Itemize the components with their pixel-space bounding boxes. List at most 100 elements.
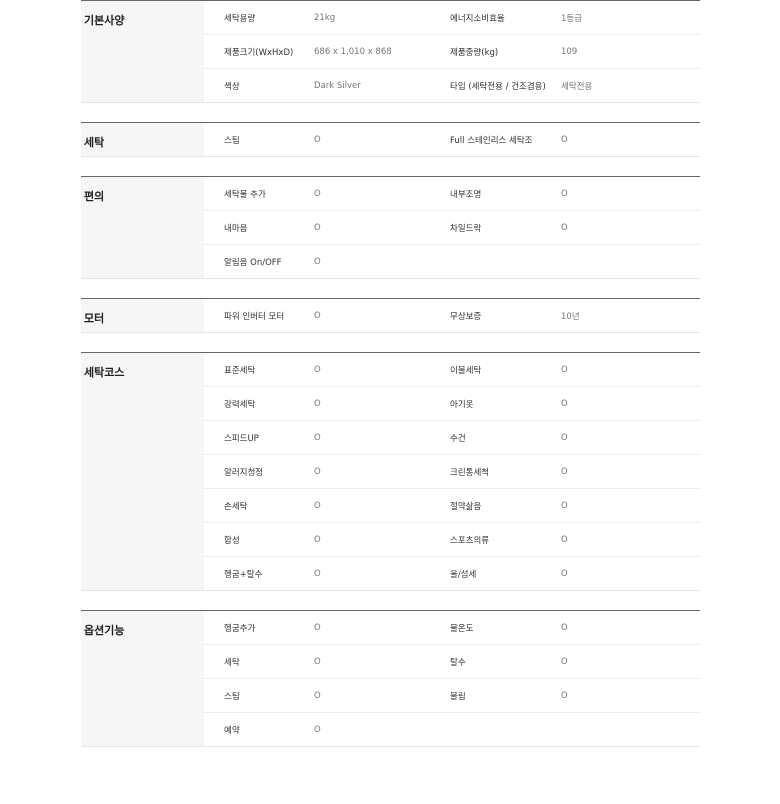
spec-table: 기본사양 세탁용량 21kg 에너지소비효율 1등급 제품크기(WxHxD) 686 x 1…: [81, 0, 700, 747]
section-rows: 표준세탁 O 이불세탁 O 강력세탁 O 아기옷 O 스피드UP O 수건 O 알러지청정 O 크린통세척 O…: [204, 353, 700, 590]
spec-label: 헹굼+탈수: [224, 569, 263, 580]
section-rows: 스팀 O Full 스테인리스 세탁조 O: [204, 123, 700, 156]
spec-row: 헹굼+탈수 O 울/섬세 O: [204, 556, 700, 590]
spec-label: 제품중량(kg): [450, 47, 499, 58]
spec-value: O: [561, 188, 568, 199]
spec-label: 스피드UP: [224, 433, 259, 444]
spec-value: O: [314, 622, 321, 633]
spec-section: 옵션기능 헹굼추가 O 물온도 O 세탁 O 탈수 O 스팀 O 불림 O 예약 O: [81, 610, 700, 747]
spec-value: O: [314, 134, 321, 145]
spec-value: O: [314, 398, 321, 409]
spec-value: O: [314, 534, 321, 545]
spec-label: 세탁: [224, 657, 240, 668]
spec-label: 스팀: [224, 691, 240, 702]
spec-label: 수건: [450, 433, 466, 444]
spec-value: O: [314, 568, 321, 579]
spec-row: 합성 O 스포츠의류 O: [204, 522, 700, 556]
spec-value: O: [314, 656, 321, 667]
spec-label: 이불세탁: [450, 365, 482, 376]
spec-section: 세탁코스 표준세탁 O 이불세탁 O 강력세탁 O 아기옷 O 스피드UP O 수건 O 알러지청정 O 크린…: [81, 352, 700, 591]
spec-value: O: [561, 534, 568, 545]
spec-label: 알러지청정: [224, 467, 264, 478]
spec-section: 세탁 스팀 O Full 스테인리스 세탁조 O: [81, 122, 700, 157]
spec-row: 스팀 O 불림 O: [204, 678, 700, 712]
spec-row: 손세탁 O 절약삶음 O: [204, 488, 700, 522]
section-title: 편의: [81, 177, 204, 278]
section-title: 기본사양: [81, 1, 204, 102]
spec-label: 스포츠의류: [450, 535, 490, 546]
spec-section: 기본사양 세탁용량 21kg 에너지소비효율 1등급 제품크기(WxHxD) 686 x 1…: [81, 0, 700, 103]
spec-label: 내마음: [224, 223, 248, 234]
section-rows: 파워 인버터 모터 O 무상보증 10년: [204, 299, 700, 332]
section-rows: 세탁용량 21kg 에너지소비효율 1등급 제품크기(WxHxD) 686 x 1,010…: [204, 1, 700, 102]
spec-label: 아기옷: [450, 399, 474, 410]
spec-label: 스팀: [224, 135, 240, 146]
spec-section: 모터 파워 인버터 모터 O 무상보증 10년: [81, 298, 700, 333]
spec-row: 예약 O: [204, 712, 700, 746]
spec-label: 울/섬세: [450, 569, 477, 580]
spec-row: 세탁용량 21kg 에너지소비효율 1등급: [204, 1, 700, 34]
spec-value: O: [561, 364, 568, 375]
spec-label: 합성: [224, 535, 240, 546]
spec-label: 강력세탁: [224, 399, 256, 410]
section-rows: 세탁물 추가 O 내부조명 O 내마음 O 차일드락 O 알림음 On/OFF O: [204, 177, 700, 278]
section-rows: 헹굼추가 O 물온도 O 세탁 O 탈수 O 스팀 O 불림 O 예약 O: [204, 611, 700, 746]
spec-value: O: [561, 622, 568, 633]
spec-value: O: [314, 724, 321, 735]
spec-label: 색상: [224, 81, 240, 92]
spec-value: O: [561, 398, 568, 409]
spec-value: 109: [561, 46, 578, 57]
spec-label: 세탁물 추가: [224, 189, 266, 200]
spec-row: 헹굼추가 O 물온도 O: [204, 611, 700, 644]
spec-value: O: [561, 690, 568, 701]
spec-value: O: [314, 310, 321, 321]
spec-label: 제품크기(WxHxD): [224, 47, 294, 58]
spec-value: O: [314, 690, 321, 701]
spec-value: O: [314, 500, 321, 511]
spec-value: O: [561, 656, 568, 667]
spec-label: 세탁용량: [224, 13, 256, 24]
spec-label: 파워 인버터 모터: [224, 311, 285, 322]
section-title: 세탁코스: [81, 353, 204, 590]
spec-value: O: [561, 432, 568, 443]
spec-value: O: [314, 432, 321, 443]
spec-value: O: [561, 500, 568, 511]
section-title: 모터: [81, 299, 204, 332]
spec-row: 표준세탁 O 이불세탁 O: [204, 353, 700, 386]
spec-label: 무상보증: [450, 311, 482, 322]
spec-value: O: [314, 466, 321, 477]
spec-value: O: [314, 364, 321, 375]
spec-value: O: [561, 568, 568, 579]
spec-section: 편의 세탁물 추가 O 내부조명 O 내마음 O 차일드락 O 알림음 On/OFF O: [81, 176, 700, 279]
spec-value: 세탁전용: [561, 81, 593, 92]
spec-label: 손세탁: [224, 501, 248, 512]
spec-row: 색상 Dark Silver 타입 (세탁전용 / 건조겸용) 세탁전용: [204, 68, 700, 102]
spec-label: 헹굼추가: [224, 623, 256, 634]
spec-row: 세탁 O 탈수 O: [204, 644, 700, 678]
spec-label: 탈수: [450, 657, 466, 668]
spec-label: 알림음 On/OFF: [224, 257, 282, 268]
spec-label: 불림: [450, 691, 466, 702]
spec-row: 알림음 On/OFF O: [204, 244, 700, 278]
spec-row: 내마음 O 차일드락 O: [204, 210, 700, 244]
spec-label: 절약삶음: [450, 501, 482, 512]
spec-value: 21kg: [314, 12, 336, 23]
spec-value: O: [314, 188, 321, 199]
spec-value: O: [561, 222, 568, 233]
spec-value: 686 x 1,010 x 868: [314, 46, 392, 57]
spec-label: 물온도: [450, 623, 474, 634]
spec-label: 에너지소비효율: [450, 13, 505, 24]
spec-label: 크린통세척: [450, 467, 490, 478]
spec-row: 제품크기(WxHxD) 686 x 1,010 x 868 제품중량(kg) 109: [204, 34, 700, 68]
section-title: 옵션기능: [81, 611, 204, 746]
spec-label: Full 스테인리스 세탁조: [450, 135, 533, 146]
spec-row: 스팀 O Full 스테인리스 세탁조 O: [204, 123, 700, 156]
spec-row: 강력세탁 O 아기옷 O: [204, 386, 700, 420]
spec-label: 내부조명: [450, 189, 482, 200]
spec-value: O: [561, 466, 568, 477]
spec-value: 10년: [561, 311, 580, 322]
spec-value: O: [314, 222, 321, 233]
spec-value: Dark Silver: [314, 80, 361, 91]
spec-row: 스피드UP O 수건 O: [204, 420, 700, 454]
spec-value: O: [314, 256, 321, 267]
